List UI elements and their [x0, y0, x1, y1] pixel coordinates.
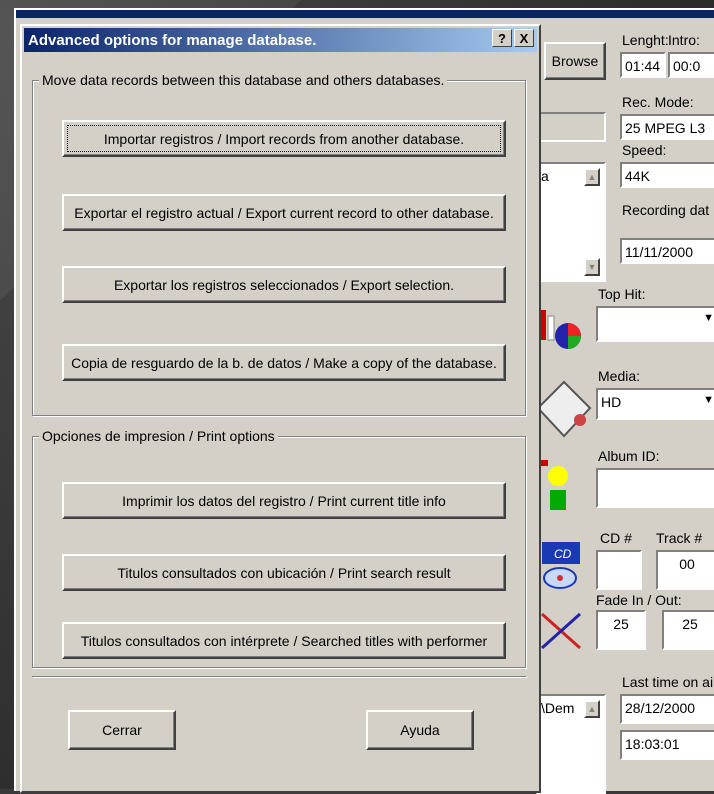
list-fragment: a — [541, 168, 549, 184]
list-scroll-down-button[interactable]: ▼ — [584, 258, 600, 276]
top-hit-dropdown[interactable]: ▼ — [596, 306, 714, 342]
track-number-field[interactable]: 00 — [656, 550, 714, 590]
app-titlebar — [16, 10, 714, 18]
dialog-titlebar: Advanced options for manage database. — [24, 28, 537, 52]
list-scroll-up-button[interactable]: ▲ — [584, 168, 600, 186]
browse-button[interactable]: Browse — [544, 42, 606, 80]
move-records-legend: Move data records between this database … — [39, 72, 448, 88]
searched-titles-performer-button[interactable]: Titulos consultados con intérprete / Sea… — [62, 622, 506, 659]
path-scroll-up-button[interactable]: ▲ — [584, 700, 600, 718]
cd-icon: CD — [540, 540, 582, 592]
fade-in-field[interactable]: 25 — [596, 610, 646, 650]
dialog-title: Advanced options for manage database. — [28, 31, 317, 49]
cd-number-field[interactable] — [596, 550, 642, 590]
last-time-label: Last time on ai — [622, 674, 714, 690]
chart-icon — [536, 302, 586, 352]
person-icon — [538, 456, 582, 516]
recording-date-label: Recording dat — [622, 202, 710, 218]
album-id-label: Album ID: — [598, 448, 660, 464]
advanced-options-dialog: Advanced options for manage database. ? … — [20, 24, 541, 793]
dialog-separator — [32, 676, 526, 677]
last-time-field[interactable]: 18:03:01 — [620, 730, 714, 760]
chevron-down-icon[interactable]: ▼ — [703, 312, 714, 324]
print-search-result-button[interactable]: Titulos consultados con ubicación / Prin… — [62, 554, 506, 591]
media-label: Media: — [598, 368, 641, 384]
last-date-field[interactable]: 28/12/2000 — [620, 694, 714, 724]
track-label: Track # — [656, 530, 703, 546]
intro-label: Intro: — [668, 32, 700, 48]
export-current-record-button[interactable]: Exportar el registro actual / Export cur… — [62, 194, 506, 231]
cd-label: CD # — [600, 530, 632, 546]
path-fragment: \Dem — [541, 700, 575, 716]
help-button[interactable]: Ayuda — [366, 710, 474, 750]
chevron-down-icon[interactable]: ▼ — [703, 394, 714, 406]
close-button[interactable]: Cerrar — [68, 710, 176, 750]
svg-text:CD: CD — [554, 547, 572, 561]
crossfade-icon — [540, 606, 582, 656]
print-current-title-button[interactable]: Imprimir los datos del registro / Print … — [62, 482, 506, 519]
intro-field[interactable]: 00:0 — [668, 52, 714, 78]
length-field[interactable]: 01:44 — [620, 52, 666, 78]
export-selection-button[interactable]: Exportar los registros seleccionados / E… — [62, 266, 506, 303]
rec-mode-label: Rec. Mode: — [622, 94, 694, 110]
recording-date-field[interactable]: 11/11/2000 — [620, 238, 714, 264]
fade-label: Fade In / Out: — [596, 592, 682, 608]
top-hit-label: Top Hit: — [598, 286, 646, 302]
backup-database-button[interactable]: Copia de resguardo de la b. de datos / M… — [62, 344, 506, 381]
speed-field[interactable]: 44K — [620, 162, 714, 188]
help-icon[interactable]: ? — [492, 29, 512, 47]
disk-icon — [536, 380, 592, 440]
media-dropdown[interactable]: HD ▼ — [596, 388, 714, 420]
import-records-button[interactable]: Importar registros / Import records from… — [62, 120, 506, 157]
length-label: Lenght: — [622, 32, 669, 48]
fade-out-field[interactable]: 25 — [662, 610, 714, 650]
background-field — [536, 112, 606, 142]
rec-mode-field[interactable]: 25 MPEG L3 — [620, 114, 714, 140]
print-options-legend: Opciones de impresion / Print options — [39, 428, 278, 444]
media-value: HD — [601, 394, 622, 410]
speed-label: Speed: — [622, 142, 667, 158]
close-icon[interactable]: X — [514, 29, 534, 47]
album-id-field[interactable] — [596, 468, 714, 508]
